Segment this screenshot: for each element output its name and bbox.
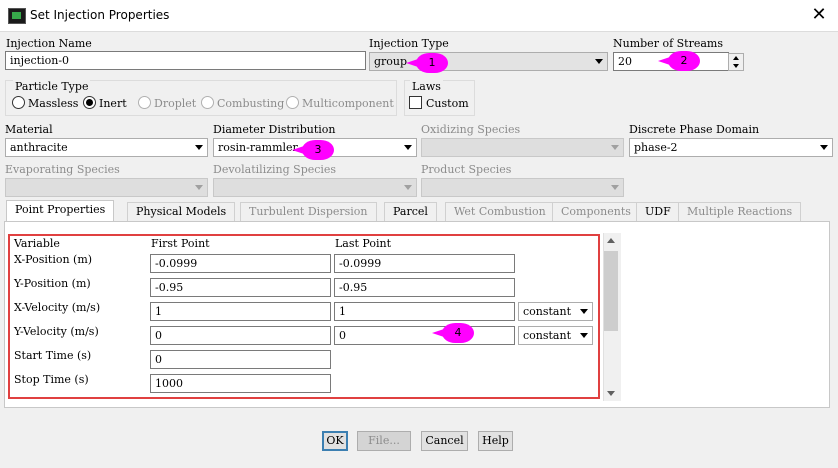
spin-down-icon[interactable]: [733, 64, 739, 68]
chevron-down-icon: [404, 145, 412, 150]
tab-udf[interactable]: UDF: [636, 202, 680, 221]
chevron-down-icon: [595, 59, 603, 64]
tab-physical-models[interactable]: Physical Models: [127, 202, 236, 221]
annotation-1: 1: [406, 53, 448, 73]
injection-type-label: Injection Type: [369, 37, 449, 50]
injection-type-value: group: [374, 55, 408, 68]
scroll-up-icon[interactable]: [607, 238, 615, 243]
annotation-2: 2: [658, 51, 700, 71]
chevron-down-icon: [611, 145, 619, 150]
tab-multiple-reactions: Multiple Reactions: [678, 202, 802, 221]
chevron-down-icon: [195, 185, 203, 190]
tab-wet-combustion: Wet Combustion: [445, 202, 555, 221]
annotation-3: 3: [292, 140, 334, 160]
particle-type-label: Particle Type: [13, 80, 91, 93]
annotation-4: 4: [432, 323, 474, 343]
tab-parcel[interactable]: Parcel: [384, 202, 437, 221]
tab-components: Components: [552, 202, 640, 221]
injection-type-select[interactable]: group: [369, 52, 608, 71]
injection-name-label: Injection Name: [6, 37, 92, 50]
scrollbar-thumb[interactable]: [604, 251, 618, 331]
radio-icon: [12, 96, 25, 109]
material-label: Material: [5, 123, 53, 136]
ok-button[interactable]: OK: [322, 431, 348, 451]
radio-icon: [286, 96, 299, 109]
product-species-select: [421, 178, 624, 197]
radio-combusting: Combusting: [201, 96, 284, 110]
radio-inert[interactable]: Inert: [83, 96, 127, 110]
chevron-down-icon: [195, 145, 203, 150]
radio-massless[interactable]: Massless: [12, 96, 78, 110]
chevron-down-icon: [404, 185, 412, 190]
spin-up-icon[interactable]: [733, 56, 739, 60]
title-bar: Set Injection Properties ✕: [0, 0, 838, 32]
radio-multicomponent: Multicomponent: [286, 96, 394, 110]
chevron-down-icon: [611, 185, 619, 190]
diameter-distribution-label: Diameter Distribution: [213, 123, 336, 136]
help-button[interactable]: Help: [478, 431, 513, 451]
radio-icon: [138, 96, 151, 109]
cancel-button[interactable]: Cancel: [421, 431, 468, 451]
product-species-label: Product Species: [421, 163, 512, 176]
evaporating-species-select: [5, 178, 208, 197]
injection-name-input[interactable]: injection-0: [5, 51, 366, 70]
chevron-down-icon: [820, 145, 828, 150]
laws-label: Laws: [410, 80, 443, 93]
app-icon: [8, 8, 26, 24]
radio-selected-icon: [83, 96, 96, 109]
custom-checkbox[interactable]: Custom: [409, 96, 469, 110]
discrete-phase-domain-select[interactable]: phase-2: [629, 138, 833, 157]
devolatilizing-species-select: [213, 178, 417, 197]
tab-turbulent-dispersion: Turbulent Dispersion: [240, 202, 377, 221]
oxidizing-species-label: Oxidizing Species: [421, 123, 521, 136]
devolatilizing-species-label: Devolatilizing Species: [213, 163, 337, 176]
scroll-down-icon[interactable]: [607, 391, 615, 396]
evaporating-species-label: Evaporating Species: [5, 163, 120, 176]
radio-icon: [201, 96, 214, 109]
num-streams-spinner[interactable]: [728, 53, 744, 71]
checkbox-icon: [409, 96, 422, 109]
close-button[interactable]: ✕: [800, 0, 838, 31]
oxidizing-species-select: [421, 138, 624, 157]
window-title: Set Injection Properties: [30, 8, 170, 22]
discrete-phase-domain-label: Discrete Phase Domain: [629, 123, 760, 136]
material-select[interactable]: anthracite: [5, 138, 208, 157]
highlight-box: [8, 234, 600, 399]
num-streams-label: Number of Streams: [613, 37, 723, 50]
tab-point-properties[interactable]: Point Properties: [6, 200, 115, 222]
file-button: File...: [357, 431, 411, 451]
radio-droplet: Droplet: [138, 96, 196, 110]
